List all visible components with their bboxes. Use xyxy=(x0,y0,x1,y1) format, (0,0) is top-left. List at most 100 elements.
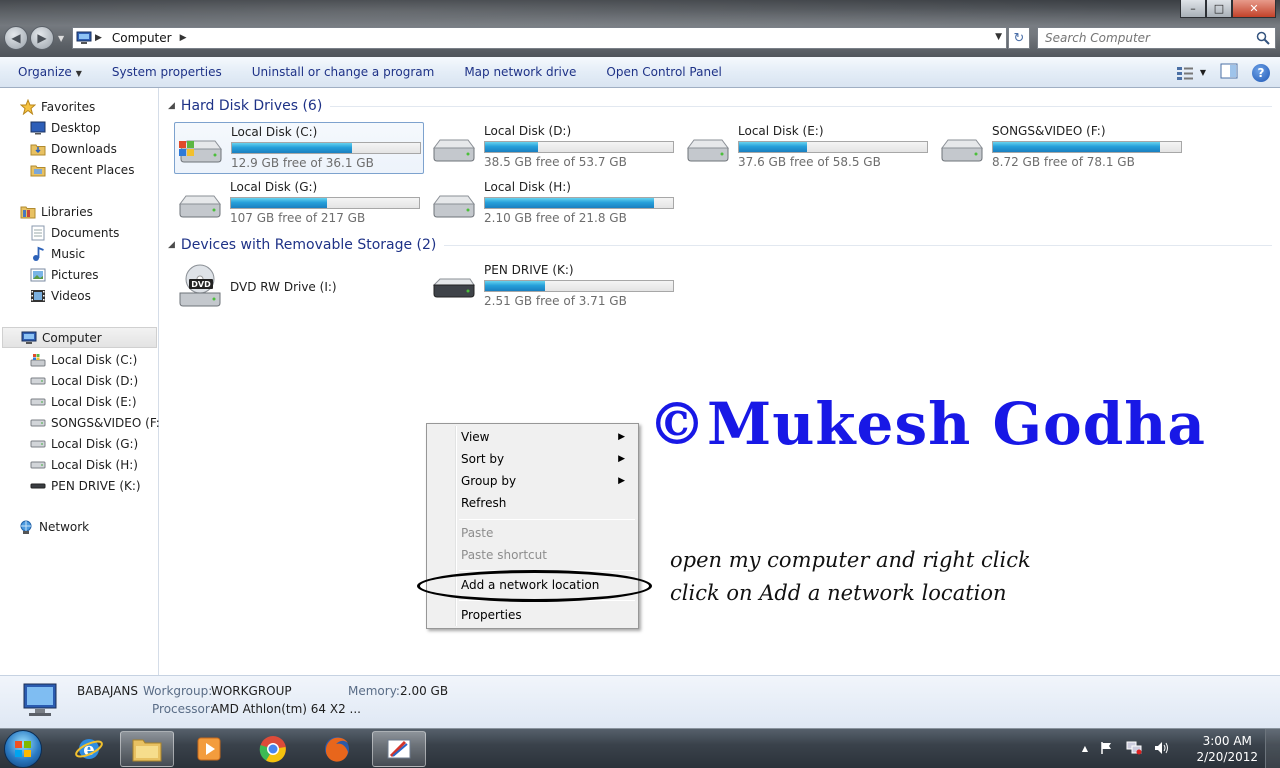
nav-label: Videos xyxy=(51,288,91,303)
close-button[interactable]: ✕ xyxy=(1232,0,1276,18)
network-status-icon[interactable] xyxy=(1126,741,1142,755)
drive-name: Local Disk (H:) xyxy=(484,180,571,194)
documents-icon xyxy=(30,225,46,241)
hard-drive-icon xyxy=(430,186,478,223)
forward-button[interactable]: ▶ xyxy=(30,26,54,50)
taskbar-chrome[interactable] xyxy=(246,731,300,767)
removable-storage-group[interactable]: ◢ Devices with Removable Storage (2) xyxy=(168,237,1272,253)
nav-drive-d[interactable]: Local Disk (D:) xyxy=(0,370,157,391)
system-properties-button[interactable]: System properties xyxy=(97,65,237,79)
back-button[interactable]: ◀ xyxy=(4,26,28,50)
organize-menu[interactable]: Organize ▼ xyxy=(0,65,97,79)
window-controls: – □ ✕ xyxy=(1180,0,1276,18)
menu-item-refresh[interactable]: Refresh xyxy=(461,493,633,513)
volume-icon[interactable] xyxy=(1154,741,1170,755)
menu-item-view[interactable]: View ▶ xyxy=(461,427,633,447)
nav-drive-e[interactable]: Local Disk (E:) xyxy=(0,391,157,412)
nav-drive-g[interactable]: Local Disk (G:) xyxy=(0,433,157,454)
nav-favorites[interactable]: Favorites xyxy=(0,96,157,117)
menu-label: Sort by xyxy=(461,452,505,466)
collapse-icon[interactable]: ◢ xyxy=(168,240,175,250)
breadcrumb-arrow-icon[interactable]: ▶ xyxy=(180,33,187,43)
drive-tile-c[interactable]: Local Disk (C:) 12.9 GB free of 36.1 GB xyxy=(174,122,424,174)
drive-tile-k[interactable]: PEN DRIVE (K:) 2.51 GB free of 3.71 GB xyxy=(428,261,678,313)
computer-icon xyxy=(20,682,62,725)
search-input[interactable] xyxy=(1045,31,1255,45)
nav-drive-h[interactable]: Local Disk (H:) xyxy=(0,454,157,475)
hard-drive-icon xyxy=(30,457,46,473)
help-icon[interactable]: ? xyxy=(1252,63,1270,82)
address-dropdown-icon[interactable]: ▼ xyxy=(995,32,1002,42)
search-box[interactable] xyxy=(1037,27,1276,49)
nav-drive-k[interactable]: PEN DRIVE (K:) xyxy=(0,475,157,496)
forward-arrow-icon: ▶ xyxy=(37,31,47,45)
drive-tile-d[interactable]: Local Disk (D:) 38.5 GB free of 53.7 GB xyxy=(428,122,678,174)
drive-name: DVD RW Drive (I:) xyxy=(230,280,337,294)
nav-drive-c[interactable]: Local Disk (C:) xyxy=(0,349,157,370)
computer-icon xyxy=(73,28,95,48)
change-view-button[interactable]: ▼ xyxy=(1176,66,1206,80)
taskbar-media-player[interactable] xyxy=(182,731,236,767)
start-button[interactable] xyxy=(4,730,42,768)
minimize-button[interactable]: – xyxy=(1180,0,1206,18)
taskbar-internet-explorer[interactable]: e xyxy=(62,731,116,767)
capacity-fill xyxy=(485,198,655,208)
menu-item-sort-by[interactable]: Sort by ▶ xyxy=(461,449,633,469)
nav-pictures[interactable]: Pictures xyxy=(0,264,157,285)
instruction-note-line-2: click on Add a network location xyxy=(670,581,1007,605)
map-network-drive-button[interactable]: Map network drive xyxy=(449,65,591,79)
menu-item-group-by[interactable]: Group by ▶ xyxy=(461,471,633,491)
view-controls: ▼ ? xyxy=(1176,63,1270,82)
drive-tile-h[interactable]: Local Disk (H:) 2.10 GB free of 21.8 GB xyxy=(428,178,678,230)
taskbar-firefox[interactable] xyxy=(310,731,364,767)
nav-label: Favorites xyxy=(41,99,96,114)
nav-downloads[interactable]: Downloads xyxy=(0,138,157,159)
nav-desktop[interactable]: Desktop xyxy=(0,117,157,138)
nav-videos[interactable]: Videos xyxy=(0,285,157,306)
taskbar-windows-explorer[interactable] xyxy=(120,731,174,767)
maximize-button[interactable]: □ xyxy=(1206,0,1232,18)
drive-name: SONGS&VIDEO (F:) xyxy=(992,124,1106,138)
free-space-text: 12.9 GB free of 36.1 GB xyxy=(231,156,374,170)
hard-drive-icon xyxy=(938,130,986,167)
memory-value: 2.00 GB xyxy=(400,684,449,698)
address-bar[interactable]: ▶ Computer ▶ ▼ xyxy=(72,27,1007,49)
capacity-bar xyxy=(484,141,674,153)
taskbar-snipping-tool[interactable] xyxy=(372,731,426,767)
show-desktop-button[interactable] xyxy=(1265,729,1280,768)
menu-item-properties[interactable]: Properties xyxy=(461,605,633,625)
capacity-bar xyxy=(230,197,420,209)
drive-tile-e[interactable]: Local Disk (E:) 37.6 GB free of 58.5 GB xyxy=(682,122,932,174)
nav-computer[interactable]: Computer xyxy=(2,327,157,348)
processor-label: Processor: xyxy=(152,702,214,716)
drive-tile-g[interactable]: Local Disk (G:) 107 GB free of 217 GB xyxy=(174,178,424,230)
nav-music[interactable]: Music xyxy=(0,243,157,264)
nav-network[interactable]: Network xyxy=(0,516,157,537)
nav-documents[interactable]: Documents xyxy=(0,222,157,243)
show-hidden-icons-button[interactable]: ▲ xyxy=(1082,744,1088,753)
menu-label: Refresh xyxy=(461,496,507,510)
uninstall-program-button[interactable]: Uninstall or change a program xyxy=(237,65,450,79)
capacity-bar xyxy=(484,280,674,292)
hard-disk-drives-group[interactable]: ◢ Hard Disk Drives (6) xyxy=(168,98,1272,114)
drive-tile-f[interactable]: SONGS&VIDEO (F:) 8.72 GB free of 78.1 GB xyxy=(936,122,1186,174)
nav-libraries[interactable]: Libraries xyxy=(0,201,157,222)
nav-label: Local Disk (C:) xyxy=(51,352,138,367)
action-center-flag-icon[interactable] xyxy=(1100,741,1114,755)
capacity-fill xyxy=(232,143,353,153)
refresh-button[interactable]: ↻ xyxy=(1008,27,1030,49)
nav-recent-places[interactable]: Recent Places xyxy=(0,159,157,180)
organize-label: Organize xyxy=(18,65,72,79)
collapse-icon[interactable]: ◢ xyxy=(168,101,175,111)
breadcrumb-arrow-icon[interactable]: ▶ xyxy=(95,33,102,43)
preview-pane-button[interactable] xyxy=(1220,63,1238,82)
open-control-panel-button[interactable]: Open Control Panel xyxy=(591,65,736,79)
hard-drive-icon xyxy=(30,394,46,410)
breadcrumb-computer[interactable]: Computer xyxy=(112,31,172,45)
recent-pages-dropdown[interactable]: ▼ xyxy=(58,34,64,43)
internet-explorer-icon: e xyxy=(75,739,103,760)
drive-tile-dvd[interactable]: DVD DVD RW Drive (I:) xyxy=(174,261,424,313)
nav-drive-f[interactable]: SONGS&VIDEO (F:) xyxy=(0,412,165,433)
search-icon[interactable] xyxy=(1256,31,1270,48)
system-clock[interactable]: 3:00 AM 2/20/2012 xyxy=(1196,733,1258,765)
